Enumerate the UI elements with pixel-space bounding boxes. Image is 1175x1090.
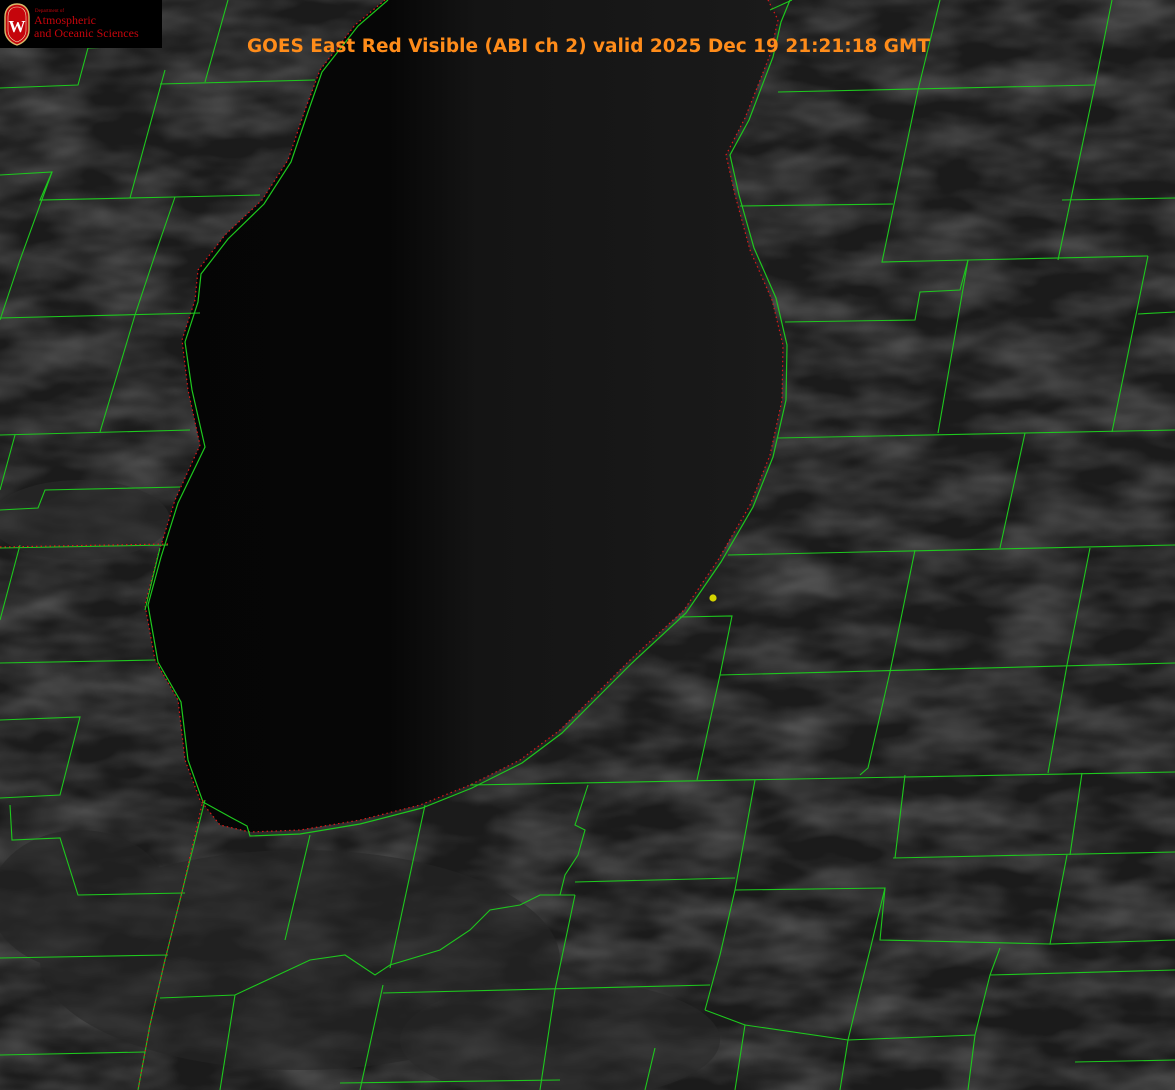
site-marker: [709, 594, 717, 602]
image-title: GOES East Red Visible (ABI ch 2) valid 2…: [246, 36, 931, 57]
satellite-map: [0, 0, 1175, 1090]
svg-text:W: W: [9, 17, 26, 36]
